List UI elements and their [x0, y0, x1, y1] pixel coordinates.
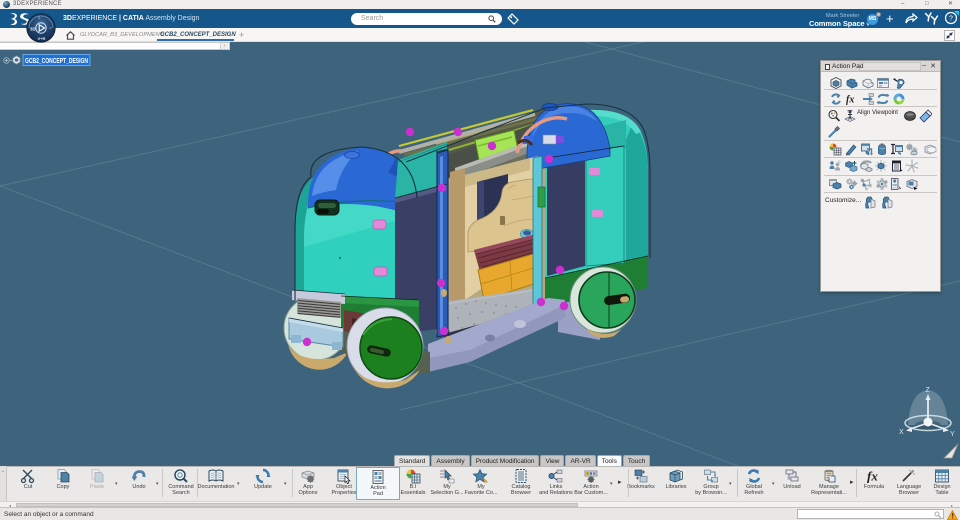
svg-text:V+R: V+R [38, 36, 46, 41]
svg-text:Z: Z [926, 387, 931, 394]
svg-text:X: X [899, 429, 904, 436]
svg-text:fx: fx [867, 469, 878, 484]
svg-text:GCB2_CONCEPT_DESIGN: GCB2_CONCEPT_DESIGN [25, 58, 88, 65]
svg-text:fx: fx [846, 95, 854, 106]
svg-text:?: ? [949, 16, 953, 23]
svg-text:3D: 3D [30, 27, 37, 32]
svg-text:Y: Y [950, 431, 955, 438]
